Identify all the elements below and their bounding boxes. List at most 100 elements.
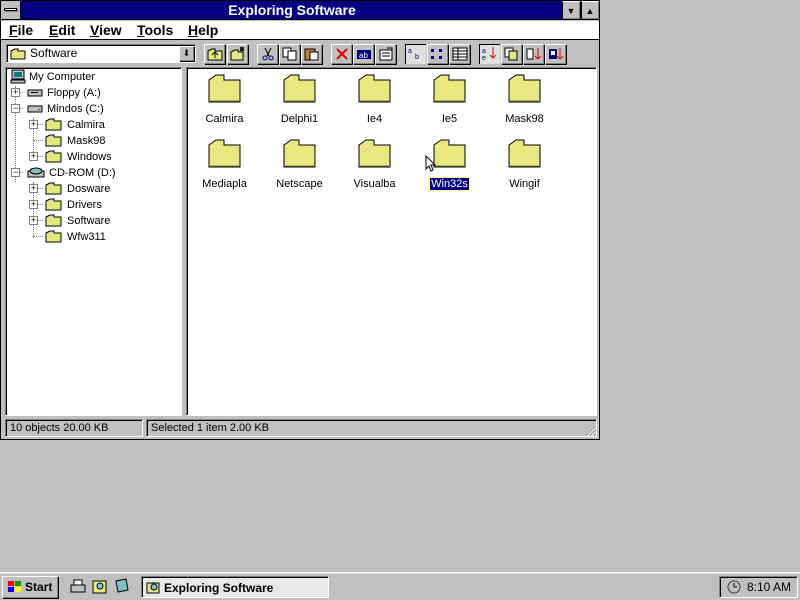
explorer-icon [146,582,160,594]
file-item-mask98[interactable]: Mask98 [487,74,562,134]
menu-file[interactable]: File [9,22,33,38]
status-selection: Selected 1 item 2.00 KB [146,419,597,437]
system-menu-button[interactable] [1,1,21,19]
tray-scheduler-icon[interactable] [725,579,743,595]
path-combobox[interactable]: Software ⬇ [6,44,196,63]
menu-tools[interactable]: Tools [137,22,173,38]
status-object-count: 10 objects 20.00 KB [5,419,143,437]
toolbar: Software ⬇ ab ab a e [1,41,599,66]
folder-icon [508,139,541,168]
computer-icon [10,69,26,84]
scissors-icon [262,47,274,61]
rename-button[interactable]: ab [353,44,374,64]
folder-icon [10,48,26,60]
copy-icon [282,47,297,61]
sort-type-icon [504,47,518,61]
minimize-button[interactable]: ▼ [562,1,580,19]
folder-tree[interactable]: My Computer + Floppy (A:) − Mindos (C:) … [5,67,182,416]
properties-button[interactable] [375,44,396,64]
folder-icon [45,134,62,147]
delete-button[interactable] [331,44,352,64]
sort-by-date-button[interactable] [545,44,566,64]
folder-icon [45,182,62,195]
menu-edit[interactable]: Edit [49,22,75,38]
file-item-ie5[interactable]: Ie5 [412,74,487,134]
quicklaunch-printer-icon[interactable] [69,578,87,596]
svg-text:a: a [408,48,412,55]
cut-button[interactable] [257,44,278,64]
sort-size-icon [526,48,542,60]
collapse-minus-icon[interactable]: − [11,104,20,113]
svg-text:ab: ab [359,51,368,60]
status-bar: 10 objects 20.00 KB Selected 1 item 2.00… [1,418,599,439]
path-combobox-value: Software [30,46,78,60]
explorer-window: Exploring Software ▼ ▲ File Edit View To… [0,0,600,440]
svg-text:e: e [482,55,486,60]
details-button[interactable] [449,44,470,64]
new-folder-icon [230,47,245,61]
sort-by-name-button[interactable]: ae [479,44,500,64]
file-list[interactable]: Calmira Delphi1 Ie4 Ie5 Mask98 Mediapla … [186,67,597,416]
clock[interactable]: 8:10 AM [747,577,791,597]
system-tray: 8:10 AM [719,576,798,598]
svg-text:b: b [415,54,419,60]
details-icon [452,47,468,61]
expand-plus-icon[interactable]: + [11,88,20,97]
expand-plus-icon[interactable]: + [29,216,38,225]
file-item-visualba[interactable]: Visualba [337,139,412,199]
folder-icon [45,230,62,243]
file-item-wingif[interactable]: Wingif [487,139,562,199]
paste-button[interactable] [301,44,322,64]
resize-grip-icon[interactable] [583,423,597,437]
folder-icon [45,118,62,131]
start-button[interactable]: Start [2,576,58,598]
small-icons-icon [431,49,442,59]
copy-button[interactable] [279,44,300,64]
sort-date-icon [549,48,564,60]
hard-drive-icon [27,105,43,113]
file-item-mediapla[interactable]: Mediapla [187,139,262,199]
folder-icon [208,74,241,103]
large-icons-icon: ab [408,48,419,60]
file-item-win32s[interactable]: Win32s [412,139,487,199]
file-item-netscape[interactable]: Netscape [262,139,337,199]
quicklaunch-explorer-icon[interactable] [91,578,109,596]
up-folder-icon [207,48,223,61]
menu-bar: File Edit View Tools Help [1,21,599,40]
file-item-delphi1[interactable]: Delphi1 [262,74,337,134]
cdrom-drive-icon [27,167,45,178]
paste-icon [304,48,319,61]
small-icons-button[interactable] [427,44,448,64]
expand-plus-icon[interactable]: + [29,152,38,161]
rename-icon: ab [357,50,371,60]
title-bar[interactable]: Exploring Software ▼ ▲ [1,1,599,20]
folder-icon [433,139,466,168]
dropdown-arrow-icon[interactable]: ⬇ [179,46,194,61]
expand-plus-icon[interactable]: + [29,184,38,193]
window-title: Exploring Software [228,2,356,18]
expand-plus-icon[interactable]: + [29,200,38,209]
windows-logo-icon [8,581,21,592]
taskbar-button-exploring-software[interactable]: Exploring Software [141,576,329,598]
up-one-level-button[interactable] [204,44,225,64]
expand-plus-icon[interactable]: + [29,120,38,129]
file-item-ie4[interactable]: Ie4 [337,74,412,134]
maximize-icon: ▲ [585,6,595,16]
sort-by-size-button[interactable] [523,44,544,64]
collapse-minus-icon[interactable]: − [11,168,20,177]
menu-view[interactable]: View [90,22,122,38]
properties-icon [379,47,393,61]
new-folder-button[interactable] [227,44,248,64]
floppy-drive-icon [27,89,43,97]
svg-text:a: a [482,48,486,55]
folder-icon [358,74,391,103]
folder-icon [283,74,316,103]
delete-x-icon [336,48,348,60]
sort-by-type-button[interactable] [501,44,522,64]
quicklaunch-desktop-icon[interactable] [113,578,131,596]
menu-help[interactable]: Help [188,22,218,38]
folder-icon [45,150,62,163]
maximize-button[interactable]: ▲ [581,1,599,19]
file-item-calmira[interactable]: Calmira [187,74,262,134]
large-icons-button[interactable]: ab [405,44,426,64]
